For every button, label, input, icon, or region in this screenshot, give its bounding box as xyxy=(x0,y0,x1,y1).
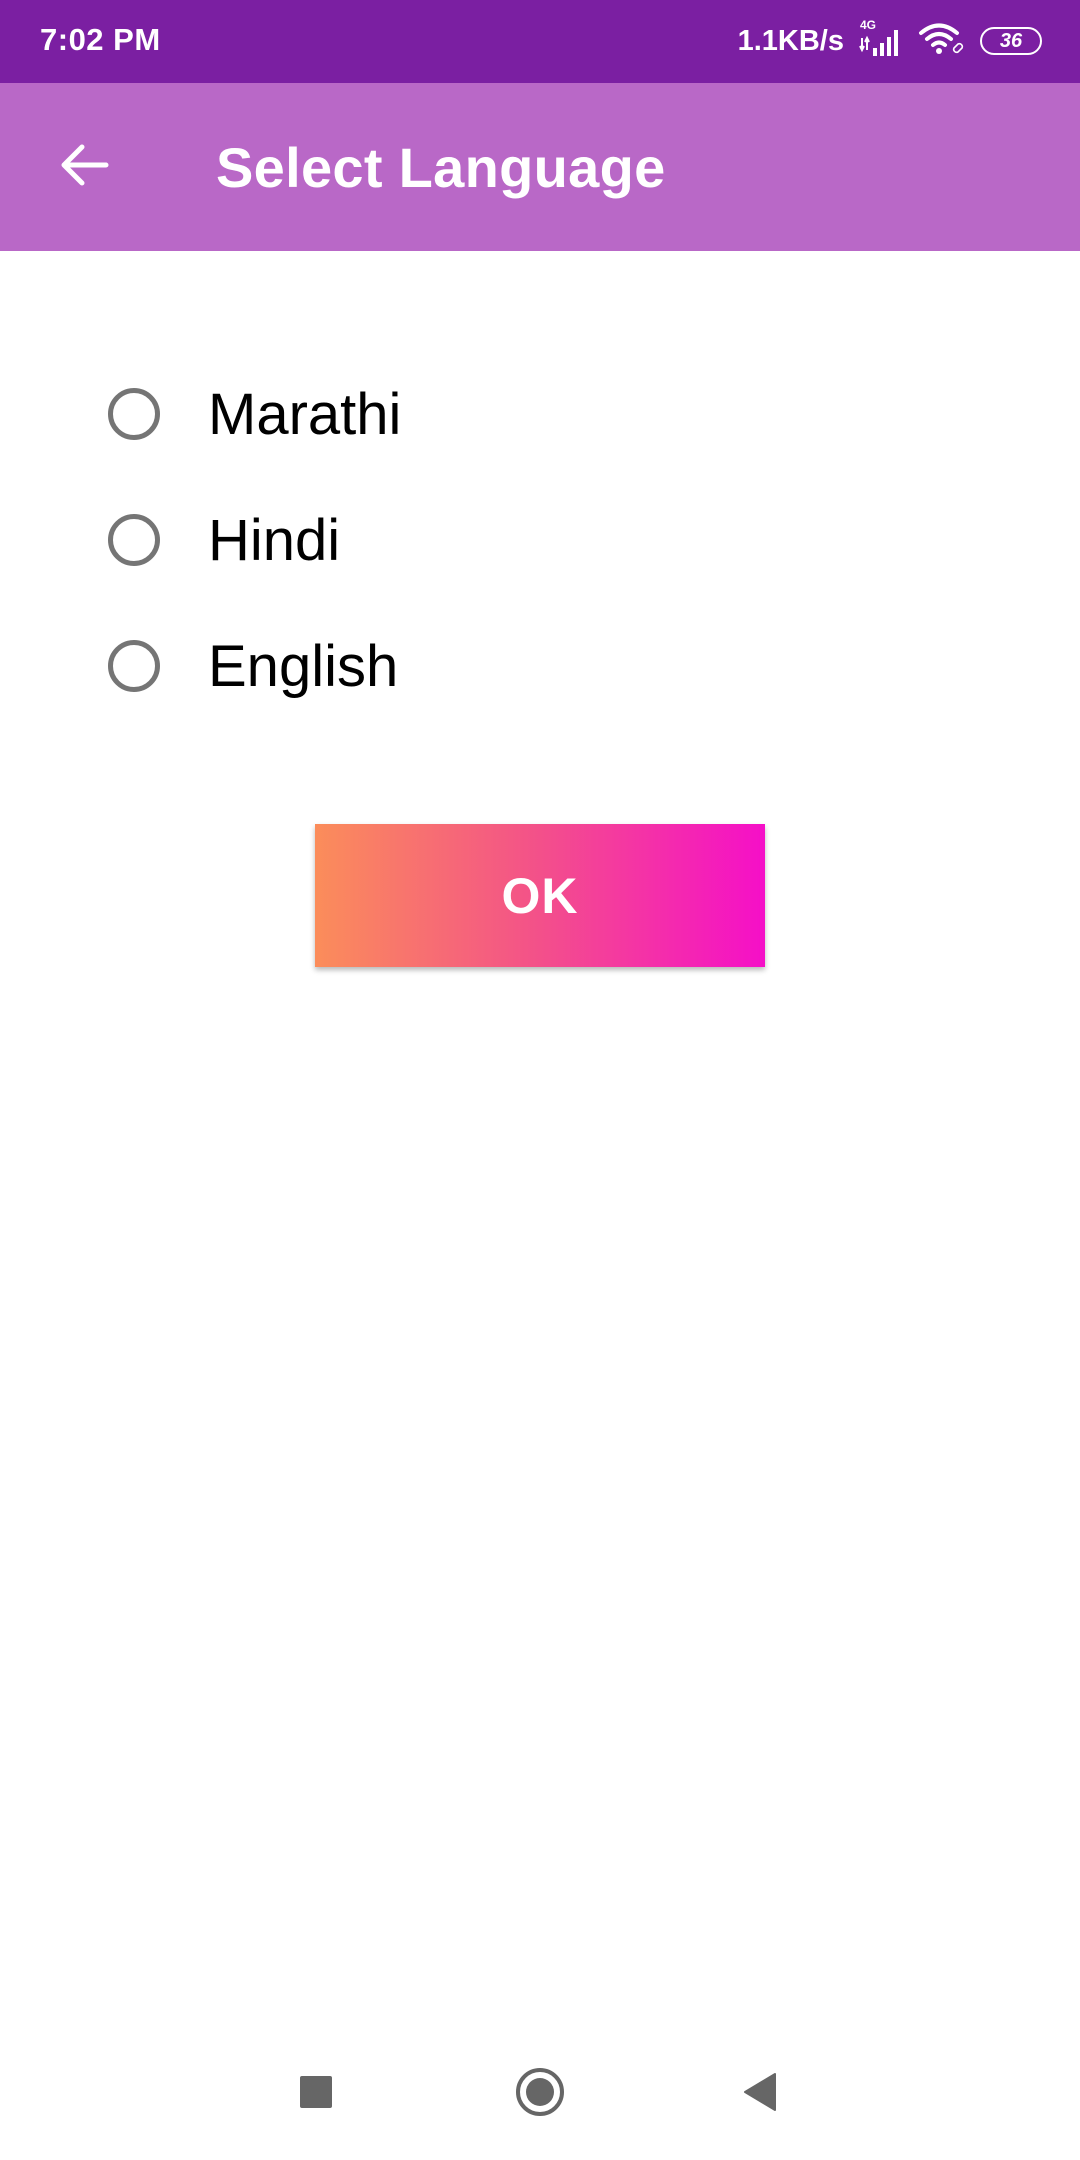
ok-button[interactable]: OK xyxy=(315,824,765,967)
radio-label: English xyxy=(208,633,399,699)
recents-button[interactable] xyxy=(276,2054,356,2134)
radio-option-marathi[interactable]: Marathi xyxy=(104,364,401,464)
status-bar: 7:02 PM 1.1KB/s 4G 36 xyxy=(0,0,1080,83)
app-bar: Select Language xyxy=(0,83,1080,251)
radio-button-icon[interactable] xyxy=(108,388,160,440)
recents-square-icon xyxy=(299,2075,333,2114)
status-icons: 1.1KB/s 4G 36 xyxy=(738,16,1042,66)
radio-option-english[interactable]: English xyxy=(104,616,398,716)
radio-label: Hindi xyxy=(208,507,341,573)
status-time: 7:02 PM xyxy=(40,22,161,57)
radio-button-icon[interactable] xyxy=(108,640,160,692)
battery-icon: 36 xyxy=(980,27,1042,55)
back-button[interactable] xyxy=(44,127,124,207)
page-title: Select Language xyxy=(216,136,666,199)
wifi-icon xyxy=(918,22,966,61)
network-speed: 1.1KB/s xyxy=(737,24,844,57)
signal-icon: 4G xyxy=(858,18,904,58)
home-circle-icon xyxy=(514,2066,566,2123)
nav-back-button[interactable] xyxy=(720,2054,800,2134)
arrow-back-icon xyxy=(58,143,110,192)
network-type-label: 4G xyxy=(860,18,877,32)
home-button[interactable] xyxy=(500,2054,580,2134)
radio-label: Marathi xyxy=(208,381,402,447)
radio-option-hindi[interactable]: Hindi xyxy=(104,490,340,590)
radio-button-icon[interactable] xyxy=(108,514,160,566)
screen: 7:02 PM 1.1KB/s 4G 36 Select Language Ma… xyxy=(0,0,1080,2160)
ok-button-label: OK xyxy=(501,867,579,924)
system-nav-bar xyxy=(0,2030,1080,2160)
back-triangle-icon xyxy=(742,2072,778,2117)
